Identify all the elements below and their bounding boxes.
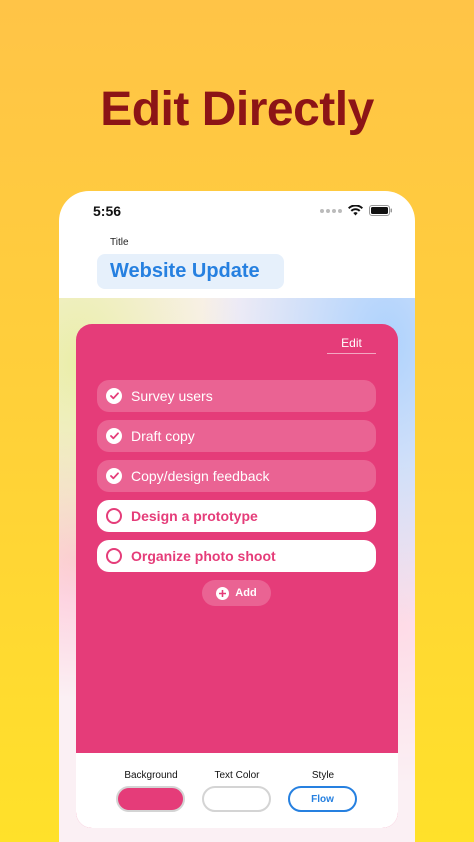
task-item[interactable]: Design a prototype — [97, 500, 376, 532]
checked-circle-icon[interactable] — [106, 468, 122, 484]
page-headline: Edit Directly — [100, 83, 374, 136]
checked-circle-icon[interactable] — [106, 428, 122, 444]
plus-circle-icon — [216, 586, 230, 600]
text-color-swatch[interactable] — [202, 786, 271, 812]
style-label: Style — [311, 770, 335, 781]
title-input[interactable]: Website Update — [97, 254, 284, 289]
status-icons — [320, 205, 393, 216]
task-item[interactable]: Copy/design feedback — [97, 460, 376, 492]
battery-icon — [369, 205, 392, 216]
background-color-swatch[interactable] — [116, 786, 185, 812]
task-label: Design a prototype — [131, 508, 258, 524]
add-task-button[interactable]: Add — [202, 580, 271, 606]
text-color-label: Text Color — [214, 770, 260, 781]
phone-screen: 5:56 Title Website Update Edit Survey us… — [59, 191, 415, 842]
status-time: 5:56 — [93, 203, 122, 219]
status-bar: 5:56 — [59, 191, 415, 231]
unchecked-circle-icon[interactable] — [106, 548, 122, 564]
checked-circle-icon[interactable] — [106, 388, 122, 404]
wifi-icon — [348, 205, 363, 216]
task-label: Copy/design feedback — [131, 468, 270, 484]
edit-button[interactable]: Edit — [327, 332, 376, 354]
task-label: Draft copy — [131, 428, 195, 444]
cellular-signal-icon — [320, 208, 342, 213]
style-selector-button[interactable]: Flow — [288, 786, 357, 812]
add-label: Add — [235, 587, 257, 599]
title-value: Website Update — [110, 260, 260, 282]
task-item[interactable]: Survey users — [97, 380, 376, 412]
task-label: Organize photo shoot — [131, 548, 276, 564]
style-options-bar: Background Text Color Style Flow — [76, 753, 398, 828]
task-item[interactable]: Organize photo shoot — [97, 540, 376, 572]
task-item[interactable]: Draft copy — [97, 420, 376, 452]
title-label: Title — [110, 237, 129, 248]
unchecked-circle-icon[interactable] — [106, 508, 122, 524]
task-label: Survey users — [131, 388, 213, 404]
background-label: Background — [124, 770, 178, 781]
